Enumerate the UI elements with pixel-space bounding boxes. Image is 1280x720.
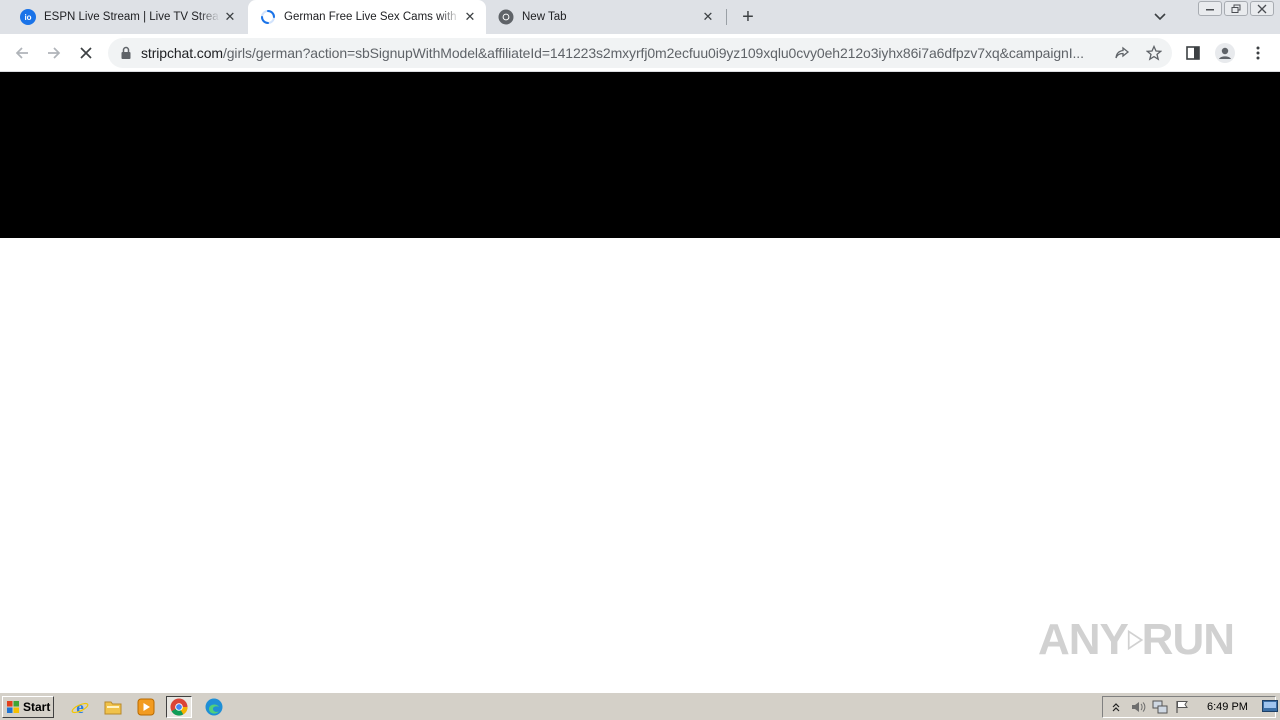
io-logo-icon: io: [20, 9, 36, 25]
more-menu-icon[interactable]: [1247, 42, 1269, 64]
volume-icon[interactable]: [1129, 699, 1147, 715]
tab-strip: io ESPN Live Stream | Live TV Streams ✕ …: [0, 0, 1280, 34]
watermark-right: RUN: [1141, 615, 1235, 664]
tab-separator: [726, 9, 727, 25]
loading-spinner-icon: [260, 9, 276, 25]
page-black-banner: [0, 72, 1280, 238]
chrome-taskbar-icon[interactable]: [166, 696, 192, 718]
start-button[interactable]: Start: [2, 696, 54, 718]
close-icon[interactable]: ✕: [698, 7, 718, 27]
tab-title: ESPN Live Stream | Live TV Streams: [44, 11, 220, 23]
url-path: /girls/german?action=sbSignupWithModel&a…: [222, 45, 1084, 61]
browser-toolbar: stripchat.com/girls/german?action=sbSign…: [0, 34, 1280, 72]
forward-arrow-icon[interactable]: [42, 41, 66, 65]
url-text[interactable]: stripchat.com/girls/german?action=sbSign…: [141, 45, 1106, 61]
tab-title: New Tab: [522, 11, 567, 23]
page-viewport: ANY RUN: [0, 72, 1280, 692]
svg-text:e: e: [76, 698, 84, 716]
share-icon[interactable]: [1112, 43, 1132, 63]
anyrun-watermark: ANY RUN: [1038, 610, 1235, 670]
action-center-flag-icon[interactable]: [1173, 699, 1191, 715]
restore-icon[interactable]: [1224, 1, 1248, 16]
edge-icon[interactable]: [201, 696, 227, 718]
profile-avatar-icon[interactable]: [1214, 42, 1236, 64]
tab-espn[interactable]: io ESPN Live Stream | Live TV Streams ✕: [8, 0, 246, 34]
url-host: stripchat.com: [141, 45, 223, 61]
show-desktop-icon[interactable]: [1262, 700, 1278, 712]
chrome-icon: [498, 9, 514, 25]
media-player-icon[interactable]: [133, 696, 159, 718]
internet-explorer-icon[interactable]: e: [67, 696, 93, 718]
side-panel-icon[interactable]: [1182, 42, 1204, 64]
stop-loading-icon[interactable]: [74, 41, 98, 65]
minimize-icon[interactable]: [1198, 1, 1222, 16]
file-explorer-icon[interactable]: [100, 696, 126, 718]
tab-title: German Free Live Sex Cams with Naked Gir…: [284, 11, 460, 23]
watermark-left: ANY: [1038, 615, 1129, 664]
lock-icon[interactable]: [120, 46, 132, 60]
taskbar: Start e 6:49 PM: [0, 692, 1280, 720]
back-arrow-icon[interactable]: [10, 41, 34, 65]
tab-new-tab[interactable]: New Tab ✕: [486, 0, 724, 34]
network-icon[interactable]: [1151, 699, 1169, 715]
close-icon[interactable]: ✕: [460, 7, 480, 27]
window-controls: [1198, 1, 1274, 16]
windows-flag-icon: [7, 701, 19, 713]
show-hidden-icons-icon[interactable]: [1107, 699, 1125, 715]
start-label: Start: [23, 700, 51, 714]
bookmark-star-icon[interactable]: [1144, 43, 1164, 63]
window-close-icon[interactable]: [1250, 1, 1274, 16]
tab-stripchat[interactable]: German Free Live Sex Cams with Naked Gir…: [248, 0, 486, 34]
clock[interactable]: 6:49 PM: [1207, 701, 1248, 713]
new-tab-button[interactable]: +: [737, 6, 759, 28]
tab-search-chevron-icon[interactable]: [1150, 7, 1170, 27]
svg-text:io: io: [24, 13, 31, 22]
address-bar[interactable]: stripchat.com/girls/german?action=sbSign…: [108, 38, 1172, 68]
close-icon[interactable]: ✕: [220, 7, 240, 27]
system-tray: 6:49 PM: [1102, 696, 1276, 718]
